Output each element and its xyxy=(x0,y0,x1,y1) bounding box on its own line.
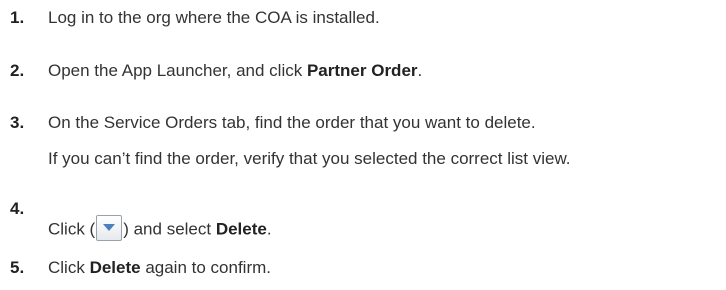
step-4-text-middle: ) and select xyxy=(123,219,216,239)
step-4-number: 4. xyxy=(10,199,25,218)
partner-order-label: Partner Order xyxy=(306,61,418,80)
delete-confirm-label: Delete xyxy=(89,258,141,277)
step-2-text-before: Open the App Launcher, and click xyxy=(48,61,307,80)
step-3-text: On the Service Orders tab, find the orde… xyxy=(48,113,536,132)
dropdown-arrow-icon xyxy=(96,215,123,241)
delete-label: Delete xyxy=(215,219,267,239)
step-2-text-after: . xyxy=(417,61,423,80)
step-3-note-text: If you can’t find the order, verify that… xyxy=(48,149,571,168)
step-5-text: Click Delete again to confirm. xyxy=(48,256,271,280)
step-5-text-after: again to confirm. xyxy=(140,258,271,277)
step-5-number: 5. xyxy=(10,258,25,277)
dropdown-arrow-glyph xyxy=(103,224,116,231)
step-1-number: 1. xyxy=(10,8,25,27)
step-4-text-before: Click ( xyxy=(48,219,96,239)
step-4-text: Click ( ) and select Delete. xyxy=(48,215,272,243)
step-2-text: Open the App Launcher, and click Partner… xyxy=(48,59,422,83)
step-5-text-before: Click xyxy=(48,258,90,277)
step-1-text: Log in to the org where the COA is insta… xyxy=(48,8,380,27)
step-2-number: 2. xyxy=(10,61,25,80)
step-3-number: 3. xyxy=(10,113,25,132)
step-4-text-after: . xyxy=(266,219,272,239)
